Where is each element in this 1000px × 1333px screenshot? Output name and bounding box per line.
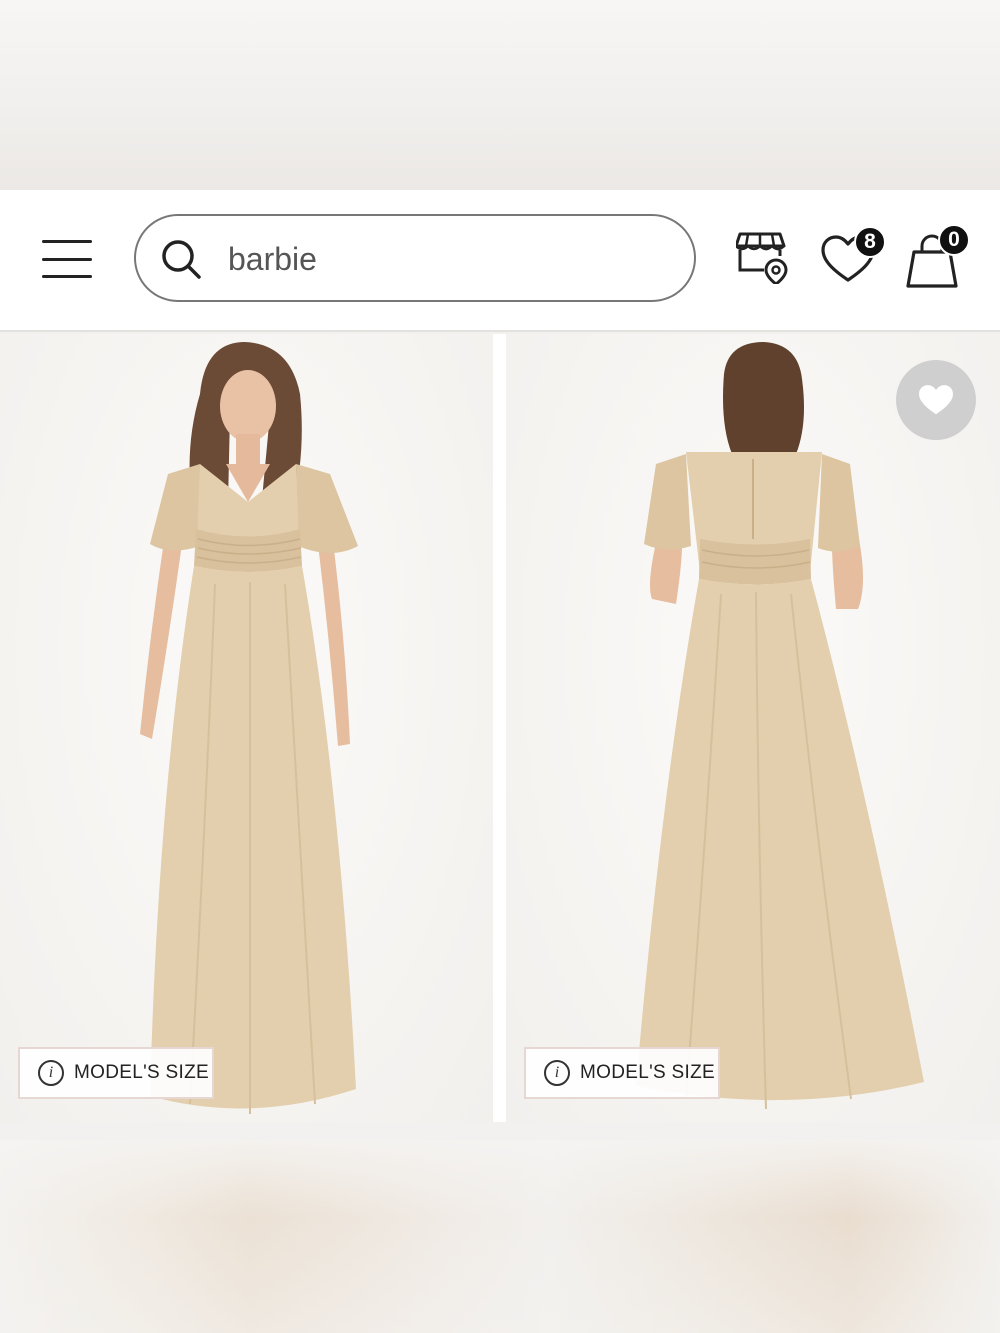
- model-size-label: MODEL'S SIZE: [580, 1062, 715, 1083]
- cart-button[interactable]: 0: [904, 224, 976, 288]
- wishlist-count-badge: 8: [854, 226, 886, 258]
- search-input[interactable]: [228, 236, 668, 282]
- search-bar[interactable]: [134, 214, 696, 302]
- dress-front-illustration: [140, 342, 358, 1114]
- search-icon: [162, 240, 201, 279]
- info-icon: i: [544, 1060, 570, 1086]
- model-size-label: MODEL'S SIZE: [74, 1062, 209, 1083]
- hamburger-menu-icon[interactable]: [42, 240, 92, 278]
- blurred-background-bottom-fade: [0, 1140, 1000, 1333]
- wishlist-button[interactable]: 8: [820, 226, 892, 286]
- store-locator-icon[interactable]: [734, 230, 792, 286]
- model-size-button-back[interactable]: i MODEL'S SIZE: [524, 1047, 720, 1099]
- product-photo-back[interactable]: [506, 334, 1000, 1122]
- product-photo-front[interactable]: [0, 334, 493, 1122]
- add-to-favorites-button[interactable]: [896, 360, 976, 440]
- product-image-gallery: [0, 334, 1000, 1122]
- dress-back-illustration: [636, 342, 924, 1110]
- heart-icon: [919, 385, 953, 415]
- info-icon: i: [38, 1060, 64, 1086]
- blurred-background-top: [0, 0, 1000, 190]
- cart-count-badge: 0: [938, 224, 970, 256]
- model-size-button-front[interactable]: i MODEL'S SIZE: [18, 1047, 214, 1099]
- site-header: 8 0: [0, 190, 1000, 332]
